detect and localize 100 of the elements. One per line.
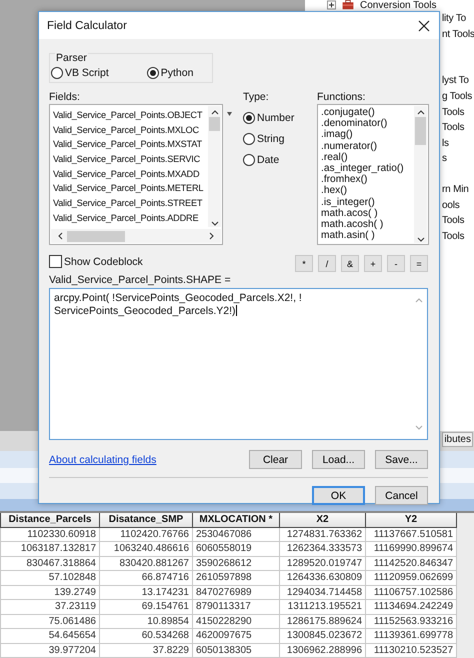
tree-item[interactable]: rn Min (442, 184, 469, 196)
function-item[interactable]: .denominator() (321, 118, 413, 130)
expression-label: Valid_Service_Parcel_Points.SHAPE = (49, 274, 232, 286)
function-item[interactable]: .real() (321, 152, 413, 163)
function-item[interactable]: .is_integer() (321, 196, 413, 208)
tree-item[interactable]: nt Tools (442, 28, 474, 40)
table-cell: 1274831.763362 (280, 527, 366, 542)
table-cell: 1286175.889624 (280, 614, 366, 628)
table-cell: 1294034.714458 (280, 585, 366, 600)
tree-item[interactable]: g Tools (442, 91, 472, 102)
scroll-up-icon[interactable] (210, 109, 218, 115)
column-header[interactable]: Distance_Parcels (0, 512, 100, 527)
field-item[interactable]: Valid_Service_Parcel_Points.METERL (53, 181, 222, 196)
scroll-right-icon[interactable] (209, 232, 215, 240)
checkbox[interactable] (49, 255, 62, 268)
dialog-button[interactable]: OK (312, 486, 365, 505)
radio-button[interactable] (243, 133, 255, 145)
vertical-scrollbar[interactable] (208, 106, 221, 227)
field-item[interactable]: Valid_Service_Parcel_Points.ADDRE (53, 210, 222, 226)
field-item[interactable]: Valid_Service_Parcel_Points.MXADD (53, 166, 222, 182)
tree-item[interactable]: lyst To (442, 75, 469, 86)
column-header[interactable]: Y2 (366, 512, 456, 527)
tree-item[interactable]: Tools (442, 122, 464, 134)
action-button[interactable]: Load... (312, 450, 365, 469)
column-header[interactable]: MXLOCATION * (192, 512, 280, 527)
scroll-up-icon[interactable] (416, 109, 424, 115)
table-cell: 69.154761 (100, 600, 192, 614)
function-item[interactable]: .as_integer_ratio() (321, 162, 413, 174)
table-cell: 11142520.846347 (366, 556, 456, 570)
toolbox-icon (340, 0, 356, 10)
radio-button[interactable] (146, 67, 159, 79)
help-link[interactable]: About calculating fields (49, 454, 156, 466)
table-cell: 75.061486 (0, 614, 100, 628)
field-item[interactable]: Valid_Service_Parcel_Points.SERVIC (53, 152, 222, 167)
scrollbar-thumb[interactable] (67, 230, 125, 242)
operator-button[interactable]: + (364, 255, 382, 272)
operator-button[interactable]: / (318, 255, 336, 272)
column-header[interactable]: X2 (280, 512, 366, 527)
field-item[interactable]: Valid_Service_Parcel_Points.STREET (53, 196, 222, 211)
tab[interactable]: ibutes (442, 432, 473, 447)
function-item[interactable]: .conjugate() (321, 107, 413, 118)
function-item[interactable]: .hex() (321, 185, 413, 196)
group-label: Parser (55, 52, 88, 64)
window-title: Field Calculator (47, 20, 127, 32)
type-label: Type: (243, 91, 270, 104)
table-cell: 10.89854 (100, 614, 192, 628)
table-cell: 1264336.630809 (280, 570, 366, 585)
tree-item[interactable]: Tools (442, 230, 464, 242)
table-cell: 1306962.288996 (280, 643, 366, 658)
scrollbar-thumb[interactable] (415, 117, 426, 145)
small-triangle-icon (227, 112, 232, 116)
tree-item[interactable]: lity To (442, 13, 466, 24)
expand-icon[interactable] (327, 0, 336, 10)
table-cell: 1262364.333573 (280, 542, 366, 556)
action-button[interactable]: Save... (375, 450, 428, 469)
close-icon (418, 20, 430, 32)
table-cell: 1102330.60918 (0, 527, 100, 542)
function-item[interactable]: math.acos( ) (321, 208, 413, 219)
tree-item[interactable]: Tools (442, 106, 464, 118)
field-item[interactable]: Valid_Service_Parcel_Points.MXSTAT (53, 137, 222, 152)
function-item[interactable]: .imag() (321, 129, 413, 141)
vertical-scrollbar[interactable] (414, 106, 427, 243)
table-cell: 1063187.132817 (0, 542, 100, 556)
radio-button[interactable] (51, 67, 63, 79)
function-item[interactable]: .fromhex() (321, 174, 413, 186)
horizontal-scrollbar[interactable] (51, 229, 221, 243)
table-cell: 8790113317 (192, 600, 280, 614)
radio-button[interactable] (243, 154, 255, 166)
function-item[interactable]: .numerator() (321, 140, 413, 152)
radio-label: String (257, 133, 284, 145)
table-cell: 37.23119 (0, 600, 100, 614)
action-button[interactable]: Clear (249, 450, 302, 469)
table-cell: 11130210.523527 (366, 643, 456, 658)
operator-button[interactable]: * (295, 255, 313, 272)
tree-item[interactable]: ools (442, 200, 460, 211)
tree-item[interactable]: Tools (442, 215, 464, 226)
scroll-down-icon[interactable] (210, 221, 218, 227)
operator-button[interactable]: - (387, 255, 405, 272)
operator-button[interactable]: = (410, 255, 428, 272)
tree-item[interactable]: s (442, 153, 447, 164)
table-cell: 830420.881267 (100, 556, 192, 570)
table-cell: 39.977204 (0, 643, 100, 658)
radio-button[interactable] (243, 112, 255, 124)
scroll-down-icon[interactable] (416, 237, 424, 243)
scroll-left-icon[interactable] (57, 232, 63, 240)
table-cell: 57.102848 (0, 570, 100, 585)
table-cell: 8470276989 (192, 585, 280, 600)
operator-button[interactable]: & (341, 255, 359, 272)
table-cell: 1289520.019747 (280, 556, 366, 570)
tree-item[interactable]: ls (442, 138, 449, 149)
column-header[interactable]: Disatance_SMP (100, 512, 192, 527)
table-cell: 54.645654 (0, 628, 100, 643)
field-item[interactable]: Valid_Service_Parcel_Points.OBJECT (53, 108, 222, 123)
tree-item[interactable]: Conversion Tools (360, 0, 437, 11)
function-item[interactable]: math.asin( ) (321, 230, 413, 242)
scrollbar-thumb[interactable] (209, 117, 220, 131)
field-item[interactable]: Valid_Service_Parcel_Points.MXLOC (53, 122, 222, 138)
function-item[interactable]: math.acosh( ) (321, 218, 413, 230)
table-cell: 830467.318864 (0, 556, 100, 570)
dialog-button[interactable]: Cancel (375, 486, 428, 505)
